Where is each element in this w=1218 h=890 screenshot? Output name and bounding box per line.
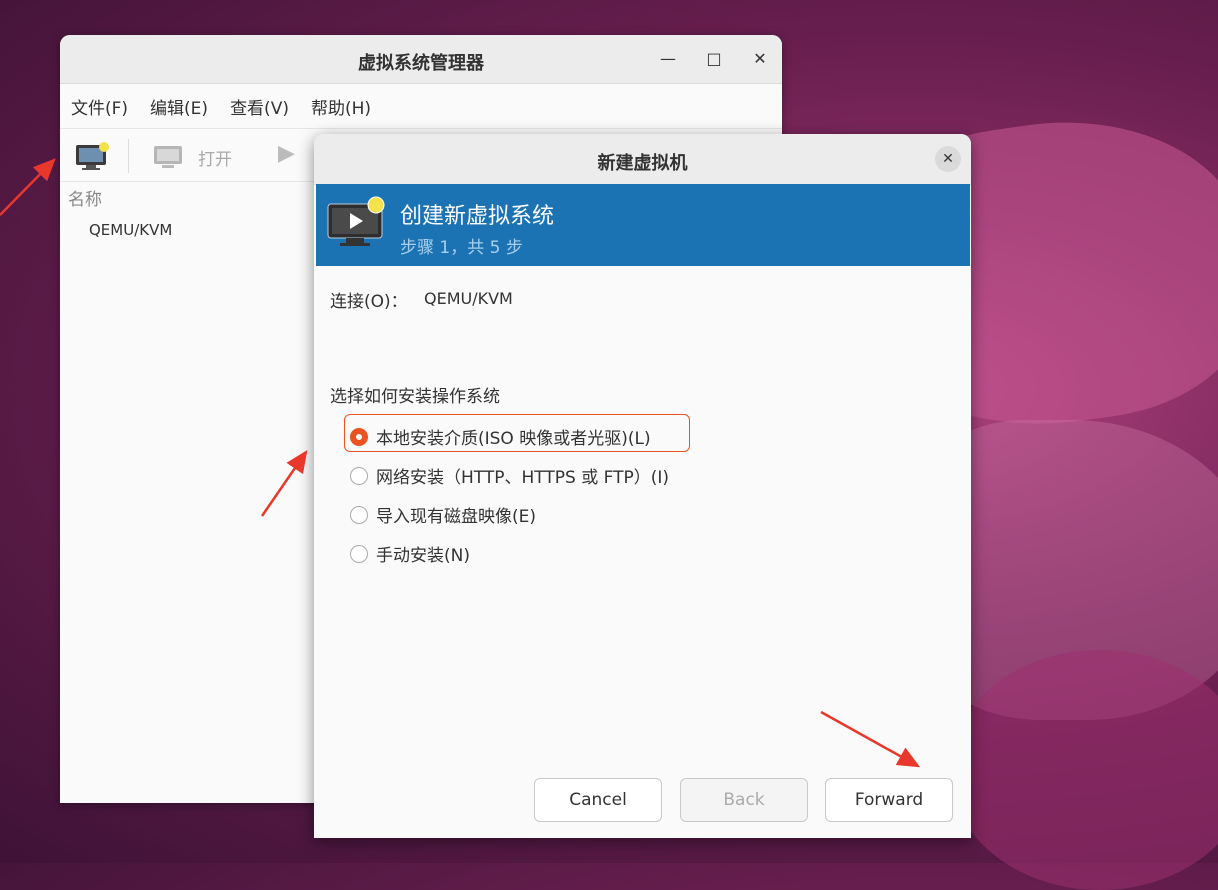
radio-label: 导入现有磁盘映像(E) bbox=[376, 507, 537, 527]
cancel-button[interactable]: Cancel bbox=[534, 778, 662, 822]
banner-step-indicator: 步骤 1，共 5 步 bbox=[400, 238, 523, 258]
radio-import-disk[interactable]: 导入现有磁盘映像(E) bbox=[350, 502, 536, 527]
toolbar-separator bbox=[128, 139, 129, 173]
menu-view[interactable]: 查看(V) bbox=[230, 94, 289, 119]
maximize-button[interactable]: □ bbox=[702, 47, 726, 71]
forward-button[interactable]: Forward bbox=[825, 778, 953, 822]
radio-label: 本地安装介质(ISO 映像或者光驱)(L) bbox=[376, 429, 651, 449]
radio-unchecked-icon[interactable] bbox=[350, 466, 368, 485]
new-vm-banner-icon bbox=[326, 196, 386, 256]
connection-label: 连接(O)： bbox=[330, 292, 408, 312]
radio-checked-icon[interactable] bbox=[350, 427, 368, 446]
radio-unchecked-icon[interactable] bbox=[350, 544, 368, 563]
dialog-titlebar[interactable]: 新建虚拟机 ✕ bbox=[314, 134, 971, 185]
back-button[interactable]: Back bbox=[680, 778, 808, 822]
play-icon[interactable]: ▶ bbox=[278, 141, 295, 166]
name-column-header[interactable]: 名称 bbox=[68, 185, 102, 210]
monitor-icon[interactable] bbox=[152, 143, 186, 175]
radio-unchecked-icon[interactable] bbox=[350, 505, 368, 524]
menu-edit[interactable]: 编辑(E) bbox=[150, 94, 208, 119]
dialog-title: 新建虚拟机 bbox=[597, 153, 688, 174]
radio-local-media[interactable]: 本地安装介质(ISO 映像或者光驱)(L) bbox=[350, 424, 651, 449]
connection-value: QEMU/KVM bbox=[424, 289, 513, 308]
banner-title: 创建新虚拟系统 bbox=[400, 204, 555, 229]
radio-label: 手动安装(N) bbox=[376, 546, 470, 566]
minimize-button[interactable]: — bbox=[656, 47, 680, 71]
open-button-label[interactable]: 打开 bbox=[198, 145, 232, 170]
new-vm-dialog: 新建虚拟机 ✕ 创建新虚拟系统 步骤 1，共 5 步 连接(O)： QEMU/K… bbox=[314, 134, 971, 838]
connection-list-item[interactable]: QEMU/KVM bbox=[89, 221, 172, 239]
install-method-heading: 选择如何安装操作系统 bbox=[330, 387, 500, 407]
new-vm-icon[interactable] bbox=[74, 141, 112, 177]
step-banner: 创建新虚拟系统 步骤 1，共 5 步 bbox=[316, 184, 970, 266]
arrow-to-new-vm bbox=[0, 158, 56, 216]
radio-manual-install[interactable]: 手动安装(N) bbox=[350, 541, 470, 566]
dialog-close-icon[interactable]: ✕ bbox=[935, 146, 961, 172]
main-titlebar[interactable]: 虚拟系统管理器 — □ ✕ bbox=[60, 35, 782, 84]
radio-label: 网络安装（HTTP、HTTPS 或 FTP）(I) bbox=[376, 468, 670, 488]
menu-help[interactable]: 帮助(H) bbox=[311, 94, 371, 119]
close-button[interactable]: ✕ bbox=[748, 47, 772, 71]
menu-bar: 文件(F) 编辑(E) 查看(V) 帮助(H) bbox=[60, 84, 782, 129]
radio-network-install[interactable]: 网络安装（HTTP、HTTPS 或 FTP）(I) bbox=[350, 463, 669, 488]
menu-file[interactable]: 文件(F) bbox=[71, 94, 128, 119]
